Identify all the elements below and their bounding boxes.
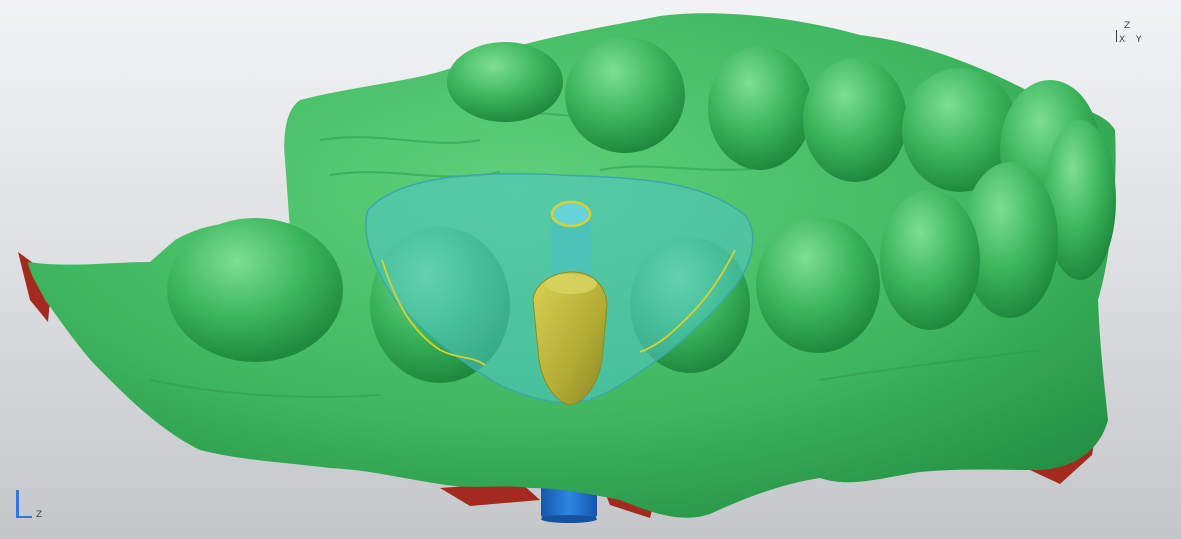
corner-axis-icon[interactable]: Z — [10, 486, 50, 526]
corner-axis-horizontal — [16, 516, 32, 518]
triad-x-label: X — [1119, 35, 1126, 45]
triad-y-label: Y — [1136, 35, 1142, 45]
triad-z-label: Z — [1124, 21, 1131, 31]
dental-scan-scene[interactable] — [0, 0, 1181, 539]
3d-viewport[interactable]: Z X Y Z — [0, 0, 1181, 539]
corner-axis-vertical — [16, 490, 19, 516]
triad-vertical-axis — [1116, 30, 1117, 42]
corner-axis-z-label: Z — [36, 510, 43, 520]
orientation-triad-icon[interactable]: Z X Y — [1110, 22, 1150, 50]
